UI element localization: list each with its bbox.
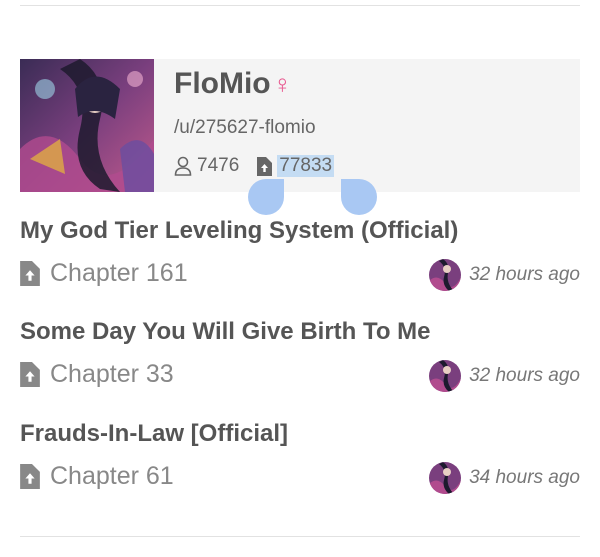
- female-gender-icon: ♀: [272, 69, 293, 99]
- user-icon: [174, 156, 192, 176]
- top-divider: [20, 5, 580, 6]
- chapter-label: Chapter 33: [50, 360, 174, 388]
- chapter-link[interactable]: Chapter 33: [20, 360, 174, 389]
- selection-handle-end[interactable]: [341, 179, 377, 215]
- uploads-count[interactable]: 77833: [277, 155, 335, 177]
- chapter-row: Chapter 161 32 hours ago: [20, 259, 580, 295]
- time-ago: 32 hours ago: [469, 365, 580, 386]
- chapter-row: Chapter 61 34 hours ago: [20, 462, 580, 498]
- feed-item: Frauds-In-Law [Official] Chapter 61 34 h: [20, 420, 580, 498]
- uploader-avatar[interactable]: [429, 462, 462, 494]
- profile-name-text: FloMio: [174, 67, 271, 100]
- time-ago: 34 hours ago: [469, 467, 580, 488]
- time-ago: 32 hours ago: [469, 264, 580, 285]
- series-title-link[interactable]: Some Day You Will Give Birth To Me: [20, 318, 580, 346]
- selection-handle-start[interactable]: [248, 179, 284, 215]
- profile-stats: 7476 77833: [174, 153, 352, 179]
- profile-card[interactable]: FloMio♀ /u/275627-flomio 7476 77833: [20, 59, 580, 192]
- feed-item: My God Tier Leveling System (Official) C…: [20, 217, 580, 295]
- file-upload-icon: [20, 261, 40, 286]
- uploader-info: 32 hours ago: [429, 360, 580, 392]
- profile-handle: /u/275627-flomio: [174, 117, 316, 138]
- followers-count: 7476: [197, 155, 240, 176]
- chapter-link[interactable]: Chapter 61: [20, 462, 174, 491]
- file-upload-icon: [20, 464, 40, 489]
- file-upload-icon: [257, 156, 273, 176]
- chapter-link[interactable]: Chapter 161: [20, 259, 188, 288]
- series-title-link[interactable]: Frauds-In-Law [Official]: [20, 420, 580, 448]
- series-title-link[interactable]: My God Tier Leveling System (Official): [20, 217, 580, 245]
- profile-avatar[interactable]: [20, 59, 154, 192]
- chapter-label: Chapter 161: [50, 259, 188, 287]
- uploader-info: 32 hours ago: [429, 259, 580, 291]
- file-upload-icon: [20, 362, 40, 387]
- uploader-avatar[interactable]: [429, 360, 462, 392]
- uploader-info: 34 hours ago: [429, 462, 580, 494]
- chapter-row: Chapter 33 32 hours ago: [20, 360, 580, 396]
- bottom-divider: [20, 536, 580, 537]
- chapter-label: Chapter 61: [50, 462, 174, 490]
- profile-name: FloMio♀: [174, 67, 292, 101]
- feed-item: Some Day You Will Give Birth To Me Chapt…: [20, 318, 580, 396]
- uploader-avatar[interactable]: [429, 259, 462, 291]
